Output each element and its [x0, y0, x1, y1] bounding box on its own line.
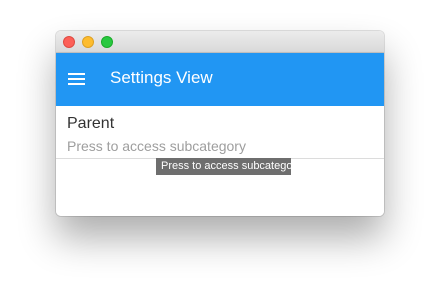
- list-item-title: Parent: [67, 115, 115, 132]
- maximize-window-icon[interactable]: [101, 36, 113, 48]
- hamburger-menu-icon[interactable]: [68, 72, 85, 86]
- menu-icon-line: [68, 83, 85, 85]
- page-title: Settings View: [110, 68, 213, 87]
- stage: Settings View Parent Press to access sub…: [0, 0, 440, 296]
- tooltip: Press to access subcategory: [156, 158, 302, 175]
- app-bar: Settings View: [56, 53, 384, 106]
- menu-icon-line: [68, 78, 85, 80]
- list-item-subtitle: Press to access subcategory: [67, 138, 246, 154]
- app-window: Settings View Parent Press to access sub…: [56, 31, 384, 216]
- window-titlebar[interactable]: [56, 31, 384, 53]
- minimize-window-icon[interactable]: [82, 36, 94, 48]
- close-window-icon[interactable]: [63, 36, 75, 48]
- menu-icon-line: [68, 73, 85, 75]
- list-item-parent[interactable]: Parent Press to access subcategory: [56, 106, 384, 159]
